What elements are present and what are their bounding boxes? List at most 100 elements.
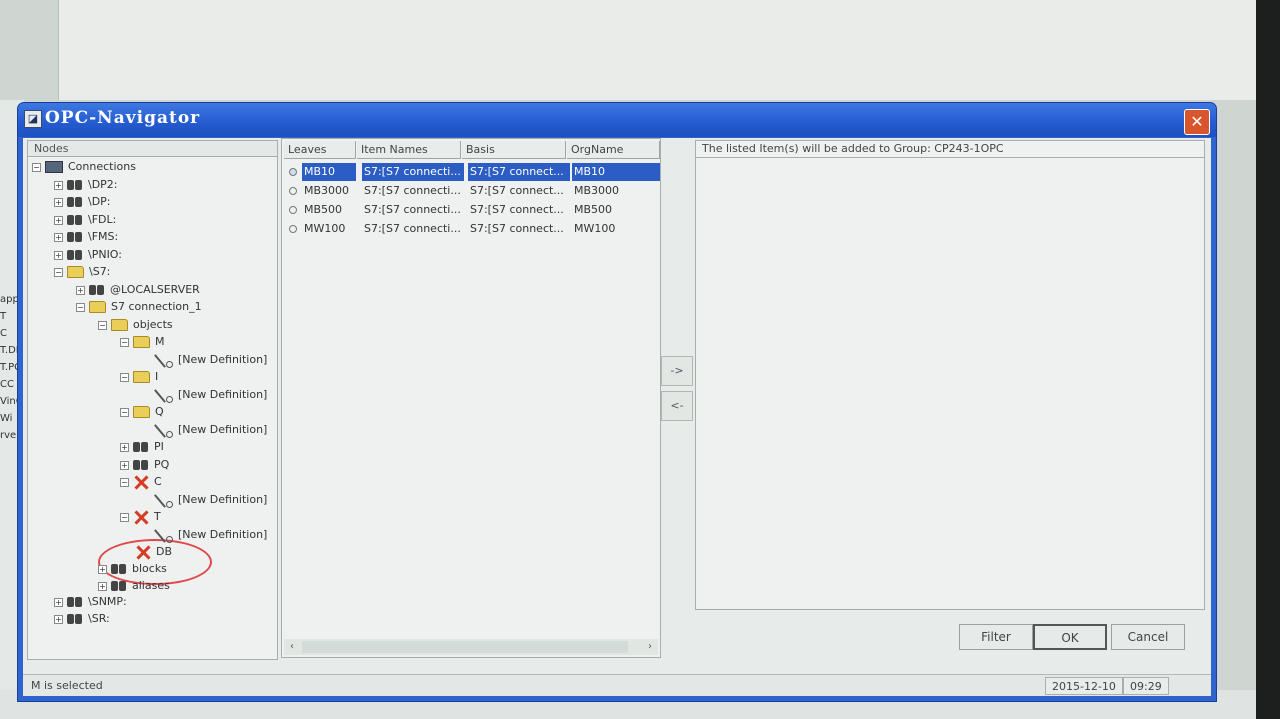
tree-expander-icon[interactable]: − — [98, 320, 107, 330]
tree-expander-icon[interactable]: + — [98, 564, 107, 574]
column-header-orgname[interactable]: OrgName — [567, 141, 660, 159]
tree-node-label: \PNIO: — [88, 248, 122, 261]
title-bar[interactable]: ◪ OPC-Navigator ✕ — [18, 103, 1216, 137]
cancel-button[interactable]: Cancel — [1111, 624, 1185, 650]
leaf-cell-org: MW100 — [574, 222, 616, 235]
tree-expander-icon[interactable]: − — [32, 162, 41, 172]
tree-node[interactable]: [New Definition] — [142, 492, 267, 508]
tree-node[interactable]: − Connections — [32, 159, 136, 175]
ok-button[interactable]: OK — [1033, 624, 1107, 650]
leaf-row[interactable]: MB500 S7:[S7 connecti... S7:[S7 connect...… — [284, 201, 660, 219]
binoculars-icon — [133, 459, 149, 471]
tree-node[interactable]: [New Definition] — [142, 527, 267, 543]
tree-node[interactable]: + \FMS: — [54, 229, 118, 245]
tree-expander-icon[interactable]: − — [120, 372, 129, 382]
leaf-row[interactable]: MB3000 S7:[S7 connecti... S7:[S7 connect..… — [284, 182, 660, 200]
tree-expander-icon[interactable]: − — [120, 407, 129, 417]
definition-icon — [157, 423, 173, 438]
tree-node[interactable]: + \SR: — [54, 611, 110, 627]
leaf-cell-item: S7:[S7 connecti... — [364, 184, 461, 197]
binoculars-icon — [111, 563, 127, 575]
horizontal-scrollbar[interactable]: ‹ › — [284, 639, 658, 655]
column-header-leaves[interactable]: Leaves — [284, 141, 356, 159]
tree-node-label: \FDL: — [88, 213, 117, 226]
tree-node[interactable]: [New Definition] — [142, 352, 267, 368]
nodes-tree-panel[interactable]: Nodes − Connections + \DP2: + \DP: + \FDL: + \FMS… — [27, 140, 278, 660]
leaf-row[interactable]: MW100 S7:[S7 connecti... S7:[S7 connect...… — [284, 220, 660, 238]
tree-expander-icon[interactable]: − — [120, 337, 129, 347]
tree-expander-icon[interactable]: + — [54, 250, 63, 260]
tree-node[interactable]: + \DP: — [54, 194, 111, 210]
group-items-panel[interactable]: The listed Item(s) will be added to Grou… — [695, 140, 1205, 610]
column-header-basis[interactable]: Basis — [462, 141, 566, 159]
binoculars-icon — [111, 580, 127, 592]
scroll-right-icon[interactable]: › — [642, 639, 658, 655]
tree-node-label: S7 connection_1 — [111, 300, 202, 313]
tree-node[interactable]: − objects — [98, 317, 173, 333]
tree-expander-icon[interactable]: + — [54, 614, 63, 624]
tree-expander-icon[interactable]: + — [76, 285, 85, 295]
nodes-header: Nodes — [28, 141, 277, 157]
leaf-cell-basis: S7:[S7 connect... — [468, 163, 570, 181]
add-item-button[interactable]: -> — [661, 356, 693, 386]
leaves-header: Leaves Item Names Basis OrgName — [282, 139, 660, 161]
tree-node[interactable]: + \SNMP: — [54, 594, 127, 610]
tree-expander-icon[interactable]: + — [54, 215, 63, 225]
tree-expander-icon[interactable]: − — [54, 267, 63, 277]
tree-node[interactable]: − T — [120, 509, 161, 525]
tree-node-label: T — [154, 510, 161, 523]
leaf-cell-leaf: MB3000 — [304, 184, 350, 197]
net-icon — [45, 161, 63, 173]
tree-node[interactable]: + @LOCALSERVER — [76, 282, 200, 298]
tree-expander-icon[interactable]: + — [98, 581, 107, 591]
tree-node[interactable]: − \S7: — [54, 264, 110, 280]
tree-expander-icon[interactable]: + — [54, 232, 63, 242]
tree-node-label: Connections — [68, 160, 136, 173]
leaf-icon — [289, 206, 297, 214]
tree-expander-icon[interactable]: − — [120, 477, 129, 487]
column-header-item-names[interactable]: Item Names — [357, 141, 461, 159]
tree-node[interactable]: + \DP2: — [54, 177, 118, 193]
tree-expander-icon[interactable]: + — [120, 460, 129, 470]
binoculars-icon — [67, 179, 83, 191]
tree-node[interactable]: DB — [120, 544, 172, 560]
tree-node-label: C — [154, 475, 162, 488]
tree-node-label: \SR: — [88, 612, 110, 625]
tree-expander-icon[interactable]: + — [120, 442, 129, 452]
tree-expander-icon[interactable]: − — [120, 512, 129, 522]
tree-node[interactable]: + blocks — [98, 561, 167, 577]
close-button[interactable]: ✕ — [1184, 109, 1210, 135]
tree-expander-icon[interactable]: + — [54, 597, 63, 607]
scrollbar-thumb[interactable] — [302, 641, 628, 653]
tree-node[interactable]: + PI — [120, 439, 164, 455]
leaf-cell-basis: S7:[S7 connect... — [470, 222, 564, 235]
binoculars-icon — [89, 284, 105, 296]
tree-node-label: [New Definition] — [178, 528, 268, 541]
tree-node[interactable]: + aliases — [98, 578, 170, 594]
tree-node[interactable]: [New Definition] — [142, 422, 267, 438]
leaves-panel[interactable]: Leaves Item Names Basis OrgName MB10 S7:[… — [281, 138, 661, 658]
tree-node-label: @LOCALSERVER — [110, 283, 200, 296]
tree-node-label: [New Definition] — [178, 388, 268, 401]
tree-node[interactable]: − I — [120, 369, 158, 385]
remove-item-button[interactable]: <- — [661, 391, 693, 421]
tree-node[interactable]: + PQ — [120, 457, 169, 473]
tree-node[interactable]: + \PNIO: — [54, 247, 122, 263]
tree-node[interactable]: [New Definition] — [142, 387, 267, 403]
folder-icon — [89, 301, 106, 313]
tree-node[interactable]: − Q — [120, 404, 164, 420]
tree-node[interactable]: + \FDL: — [54, 212, 116, 228]
tree-node[interactable]: − S7 connection_1 — [76, 299, 202, 315]
tree-expander-icon[interactable]: + — [54, 197, 63, 207]
leaf-cell-leaf: MW100 — [304, 222, 346, 235]
filter-button[interactable]: Filter — [959, 624, 1033, 650]
tree-expander-icon[interactable]: + — [54, 180, 63, 190]
leaf-row[interactable]: MB10 S7:[S7 connecti... S7:[S7 connect... M… — [284, 163, 660, 181]
binoculars-icon — [67, 196, 83, 208]
tree-expander-icon[interactable]: − — [76, 302, 85, 312]
tree-node[interactable]: − M — [120, 334, 165, 350]
definition-icon — [157, 353, 173, 368]
tree-node[interactable]: − C — [120, 474, 162, 490]
scroll-left-icon[interactable]: ‹ — [284, 639, 300, 655]
leaf-cell-item: S7:[S7 connecti... — [364, 222, 461, 235]
